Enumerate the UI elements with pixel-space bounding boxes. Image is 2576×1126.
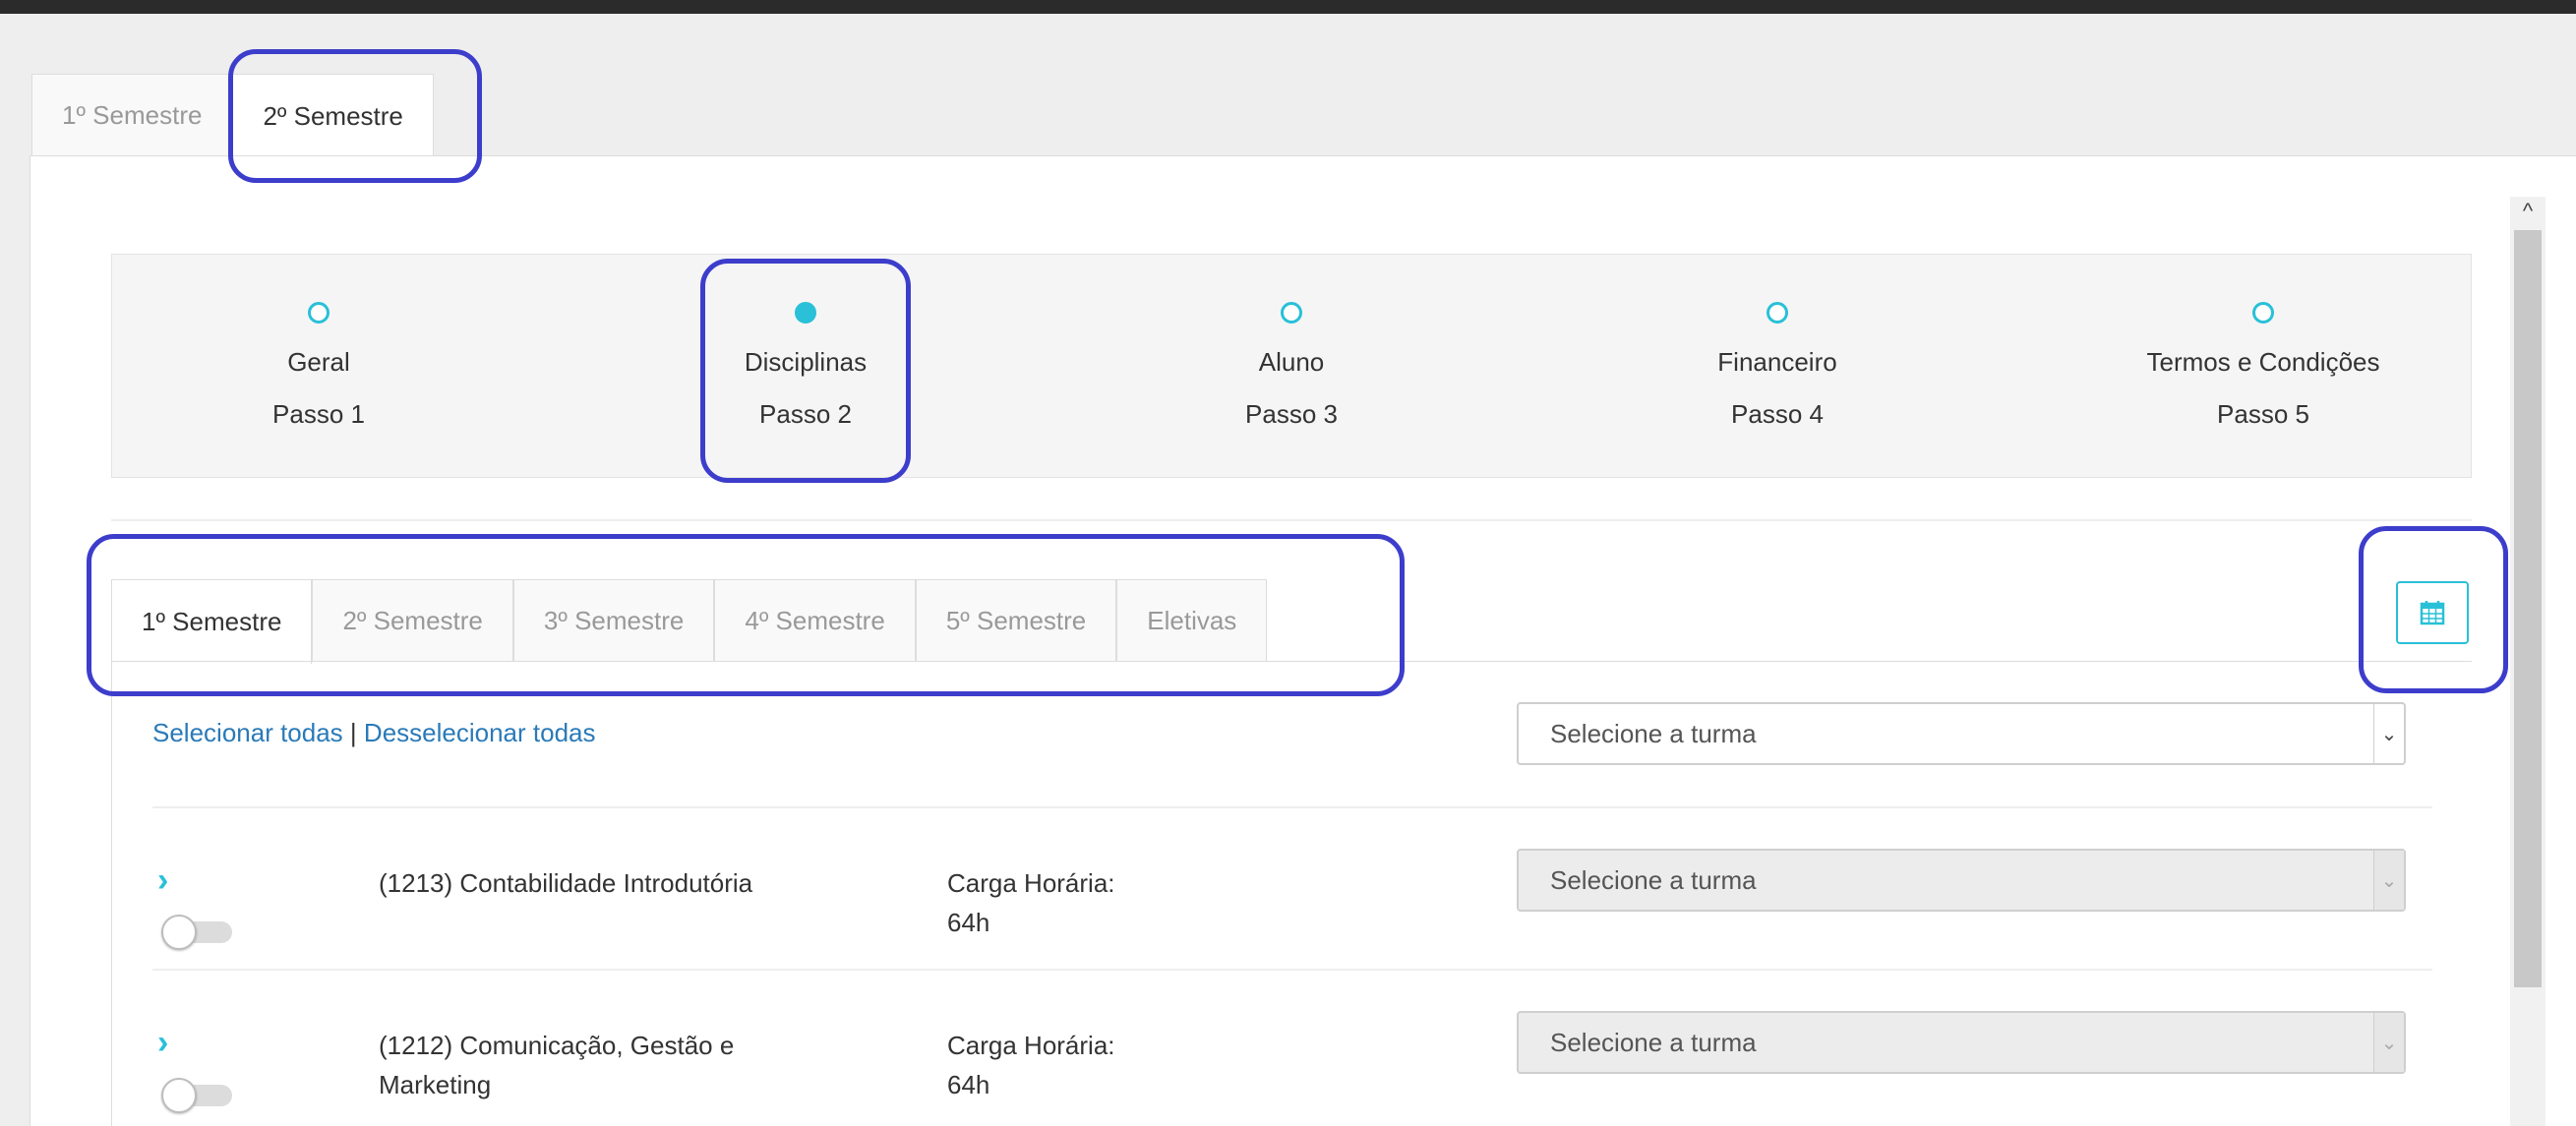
wizard-step-financeiro[interactable]: Financeiro Passo 4: [1630, 255, 1925, 430]
chevron-right-icon[interactable]: ›: [157, 861, 168, 900]
vertical-scrollbar[interactable]: ^: [2510, 197, 2546, 1126]
step-name: Financeiro: [1717, 347, 1837, 377]
row-divider: [152, 806, 2432, 808]
highlight-calendar-button: [2359, 526, 2508, 693]
select-value: Selecione a turma: [1550, 864, 1757, 895]
window-top-border: [0, 0, 2576, 14]
class-select-course[interactable]: Selecione a turma ⌄: [1517, 849, 2406, 912]
class-select-all[interactable]: Selecione a turma ⌄: [1517, 702, 2406, 765]
select-all-link[interactable]: Selecionar todas: [152, 718, 343, 747]
wizard-step-aluno[interactable]: Aluno Passo 3: [1144, 255, 1439, 430]
chevron-right-icon[interactable]: ›: [157, 1024, 168, 1062]
course-toggle[interactable]: [161, 915, 236, 950]
step-indicator: [1281, 302, 1302, 324]
step-name: Geral: [287, 347, 350, 377]
load-value: 64h: [947, 908, 990, 937]
step-number: Passo 3: [1245, 399, 1338, 429]
load-value: 64h: [947, 1070, 990, 1099]
link-separator: |: [349, 718, 357, 747]
step-number: Passo 4: [1731, 399, 1824, 429]
class-select-course[interactable]: Selecione a turma ⌄: [1517, 1011, 2406, 1074]
highlight-semester-tabs: [87, 534, 1405, 696]
wizard-step-termos[interactable]: Termos e Condições Passo 5: [2116, 255, 2411, 430]
select-value: Selecione a turma: [1550, 718, 1757, 748]
wizard-step-geral[interactable]: Geral Passo 1: [171, 255, 466, 430]
step-name: Termos e Condições: [2146, 347, 2380, 377]
toggle-knob: [161, 1078, 197, 1113]
chevron-down-icon: ⌄: [2373, 704, 2404, 763]
step-number: Passo 1: [272, 399, 365, 429]
load-label: Carga Horária:: [947, 1031, 1115, 1060]
step-number: Passo 5: [2217, 399, 2309, 429]
step-name: Aluno: [1258, 347, 1325, 377]
highlight-outer-tab: [228, 49, 482, 183]
course-name: (1212) Comunicação, Gestão e Marketing: [379, 1031, 735, 1099]
course-name: (1213) Contabilidade Introdutória: [379, 868, 753, 898]
highlight-step-2: [700, 259, 911, 483]
chevron-down-icon: ⌄: [2373, 851, 2404, 910]
step-indicator: [308, 302, 329, 324]
load-label: Carga Horária:: [947, 868, 1115, 898]
row-divider: [152, 969, 2432, 971]
toggle-knob: [161, 915, 197, 950]
outer-tab-semester-1[interactable]: 1º Semestre: [31, 74, 233, 156]
scrollbar-thumb[interactable]: [2514, 230, 2542, 987]
deselect-all-link[interactable]: Desselecionar todas: [364, 718, 596, 747]
step-indicator: [2252, 302, 2274, 324]
selection-links: Selecionar todas | Desselecionar todas: [152, 718, 596, 748]
divider: [111, 519, 2472, 521]
select-value: Selecione a turma: [1550, 1027, 1757, 1057]
course-load: Carga Horária: 64h: [947, 1026, 1115, 1104]
step-indicator: [1767, 302, 1788, 324]
chevron-up-icon[interactable]: ^: [2510, 197, 2546, 226]
course-toggle[interactable]: [161, 1078, 236, 1113]
course-load: Carga Horária: 64h: [947, 863, 1115, 942]
chevron-down-icon: ⌄: [2373, 1013, 2404, 1072]
wizard-steps: Geral Passo 1 Disciplinas Passo 2 Aluno …: [111, 254, 2472, 478]
